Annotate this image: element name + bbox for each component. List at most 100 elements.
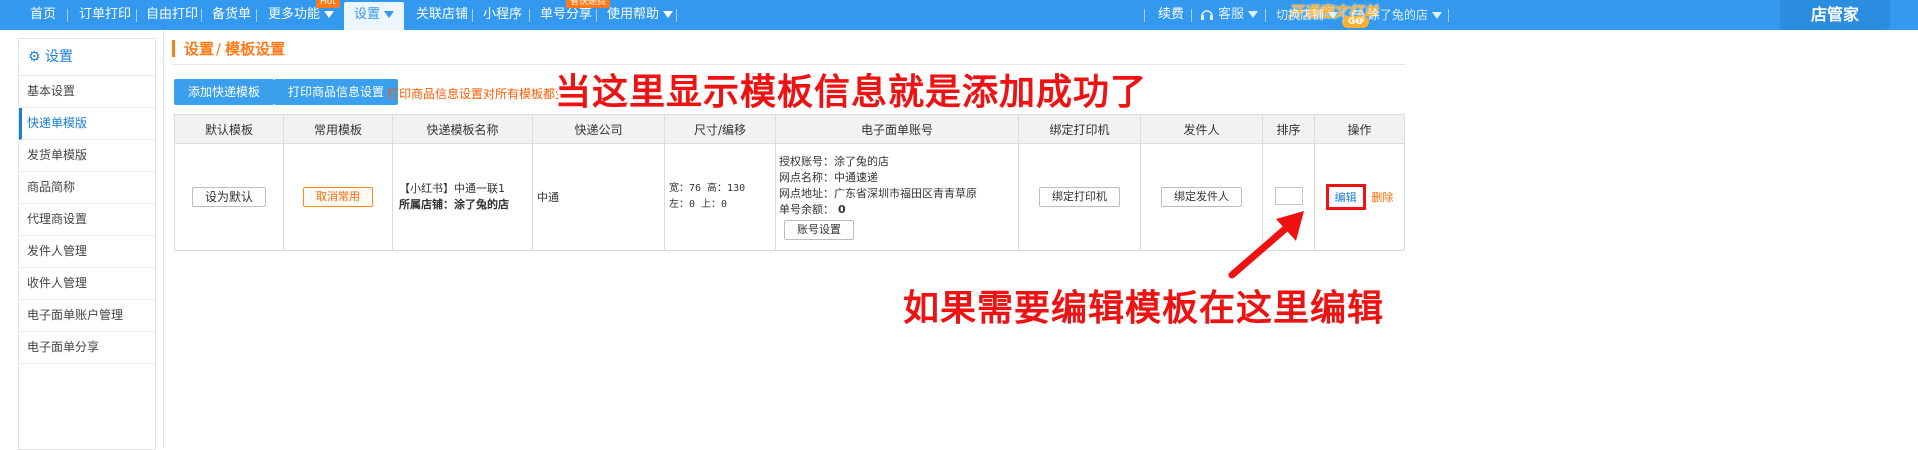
customer-service-label: 客服: [1218, 7, 1245, 22]
sidebar-item-product-alias[interactable]: 商品简称: [19, 172, 155, 204]
col-size-offset: 尺寸/编移: [664, 114, 776, 144]
add-express-template-button[interactable]: 添加快递模板: [174, 79, 275, 105]
nav-share-label: 单号分享: [540, 7, 593, 22]
nav-divider: [256, 9, 257, 22]
nav-divider: [1191, 9, 1192, 22]
chevron-down-icon: [384, 11, 395, 18]
nav-settings-label: 设置: [354, 7, 381, 22]
nav-divider: [596, 9, 597, 22]
table-header-row: 默认模板 常用模板 快递模板名称 快递公司 尺寸/编移 电子面单账号 绑定打印机…: [174, 114, 1405, 144]
col-common-template: 常用模板: [283, 114, 393, 144]
chevron-down-icon: [1431, 12, 1442, 19]
nav-order-print[interactable]: 订单打印: [79, 0, 131, 30]
nav-divider: [1343, 9, 1344, 22]
cell-printer: 绑定打印机: [1018, 143, 1141, 251]
sidebar-item-waybill-share[interactable]: 电子面单分享: [19, 332, 155, 364]
chevron-down-icon: [1248, 11, 1259, 18]
product-info-hint: 打印商品信息设置对所有模板都生效: [387, 87, 580, 101]
nav-home[interactable]: 首页: [30, 0, 56, 30]
branch-address: 网点地址：广东省深圳市福田区青青草原: [779, 187, 977, 200]
headset-icon: [1201, 9, 1213, 20]
top-nav: 首页 订单打印 自由打印 备货单 更多功能 Hot 设置 关联店铺 小程序 单号…: [0, 0, 1918, 30]
content-divider: [163, 30, 164, 448]
sidebar-item-receiver-management[interactable]: 收件人管理: [19, 268, 155, 300]
sidebar-item-waybill-accounts[interactable]: 电子面单账户管理: [19, 300, 155, 332]
template-name: 【小红书】中通一联1: [399, 182, 505, 195]
nav-mini-program[interactable]: 小程序: [483, 0, 522, 30]
nav-more-label: 更多功能: [268, 7, 321, 22]
cell-common: 取消常用: [283, 143, 393, 251]
size-dimensions: 宽：76 高：130: [669, 183, 746, 194]
auth-account: 授权账号：涂了兔的店: [779, 155, 889, 168]
sidebar-title: 设置: [45, 49, 74, 65]
col-default-template: 默认模板: [174, 114, 284, 144]
nav-divider: [201, 9, 202, 22]
template-shop: 所属店铺：涂了兔的店: [399, 198, 509, 211]
col-template-name: 快递模板名称: [392, 114, 533, 144]
breadcrumb-current: 模板设置: [225, 40, 286, 58]
shop-name: 涂了兔的店: [1367, 8, 1428, 22]
nav-number-share[interactable]: 单号分享 省快递费: [540, 0, 611, 30]
chevron-down-icon: [663, 11, 674, 18]
switch-shop-label: 切换店铺: [1276, 8, 1325, 22]
product-info-settings-button[interactable]: 打印商品信息设置: [274, 79, 399, 105]
nav-divider: [529, 9, 530, 22]
shop-icon: [1351, 9, 1365, 22]
branch-name: 网点名称：中通速递: [779, 171, 878, 184]
col-actions: 操作: [1314, 114, 1405, 144]
cell-company: 中通: [532, 143, 665, 251]
col-bind-printer: 绑定打印机: [1018, 114, 1141, 144]
renew-link[interactable]: 续费: [1158, 0, 1184, 30]
sidebar-item-express-template[interactable]: 快递单模版: [19, 108, 155, 140]
col-sender: 发件人: [1140, 114, 1263, 144]
nav-settings[interactable]: 设置: [344, 2, 405, 30]
cell-waybill-account: 授权账号：涂了兔的店 网点名称：中通速递 网点地址：广东省深圳市福田区青青草原 …: [775, 143, 1019, 251]
sidebar-item-invoice-template[interactable]: 发货单模版: [19, 140, 155, 172]
brand-logo: 店管家: [1780, 0, 1890, 30]
bind-printer-button[interactable]: 绑定打印机: [1039, 187, 1120, 207]
nav-more-features[interactable]: 更多功能 Hot: [268, 0, 340, 30]
account-settings-button[interactable]: 账号设置: [784, 220, 854, 240]
switch-shop[interactable]: 切换店铺: [1276, 0, 1339, 30]
balance-label: 单号余额：: [779, 203, 834, 216]
cell-default: 设为默认: [174, 143, 284, 251]
sidebar-item-sender-management[interactable]: 发件人管理: [19, 236, 155, 268]
delete-link[interactable]: 删除: [1371, 191, 1393, 204]
hot-badge: Hot: [316, 0, 340, 8]
annotation-success: 当这里显示模板信息就是添加成功了: [555, 72, 1148, 113]
nav-free-print[interactable]: 自由打印: [146, 0, 198, 30]
col-sort: 排序: [1262, 114, 1315, 144]
save-fee-badge: 省快递费: [566, 0, 611, 8]
balance-line: 单号余额： 0: [779, 202, 1017, 218]
edit-link[interactable]: 编辑: [1325, 184, 1366, 210]
sort-input[interactable]: [1274, 186, 1303, 205]
balance-value: 0: [838, 203, 846, 216]
chevron-down-icon: [1328, 12, 1339, 19]
set-default-button[interactable]: 设为默认: [191, 187, 266, 207]
nav-divider: [136, 9, 137, 22]
nav-help[interactable]: 使用帮助: [607, 0, 674, 30]
cell-actions: 编辑 删除: [1314, 143, 1405, 251]
shop-selector[interactable]: 涂了兔的店: [1351, 0, 1442, 30]
breadcrumb: 设置 / 模板设置: [172, 39, 285, 59]
bind-sender-button[interactable]: 绑定发件人: [1161, 187, 1242, 207]
nav-linked-shops[interactable]: 关联店铺: [416, 0, 468, 30]
cancel-common-button[interactable]: 取消常用: [303, 187, 373, 207]
nav-divider: [472, 9, 473, 22]
col-waybill-account: 电子面单账号: [775, 114, 1019, 144]
nav-divider: [676, 9, 677, 22]
gear-icon: ⚙: [28, 49, 41, 65]
breadcrumb-root[interactable]: 设置: [184, 40, 214, 58]
nav-divider: [67, 9, 68, 22]
chevron-down-icon: [324, 11, 335, 18]
sidebar-item-agent-settings[interactable]: 代理商设置: [19, 204, 155, 236]
annotation-arrow-icon: [1228, 211, 1304, 279]
customer-service[interactable]: 客服: [1200, 0, 1259, 30]
sidebar-item-basic-settings[interactable]: 基本设置: [19, 76, 155, 108]
cell-size: 宽：76 高：130 左：0 上：0: [664, 143, 776, 251]
settings-sidebar: ⚙ 设置 基本设置 快递单模版 发货单模版 商品简称 代理商设置 发件人管理 收…: [18, 38, 156, 450]
breadcrumb-separator: /: [216, 40, 222, 58]
nav-stock-list[interactable]: 备货单: [212, 0, 251, 30]
col-express-company: 快递公司: [532, 114, 665, 144]
size-offset: 左：0 上：0: [669, 199, 728, 210]
